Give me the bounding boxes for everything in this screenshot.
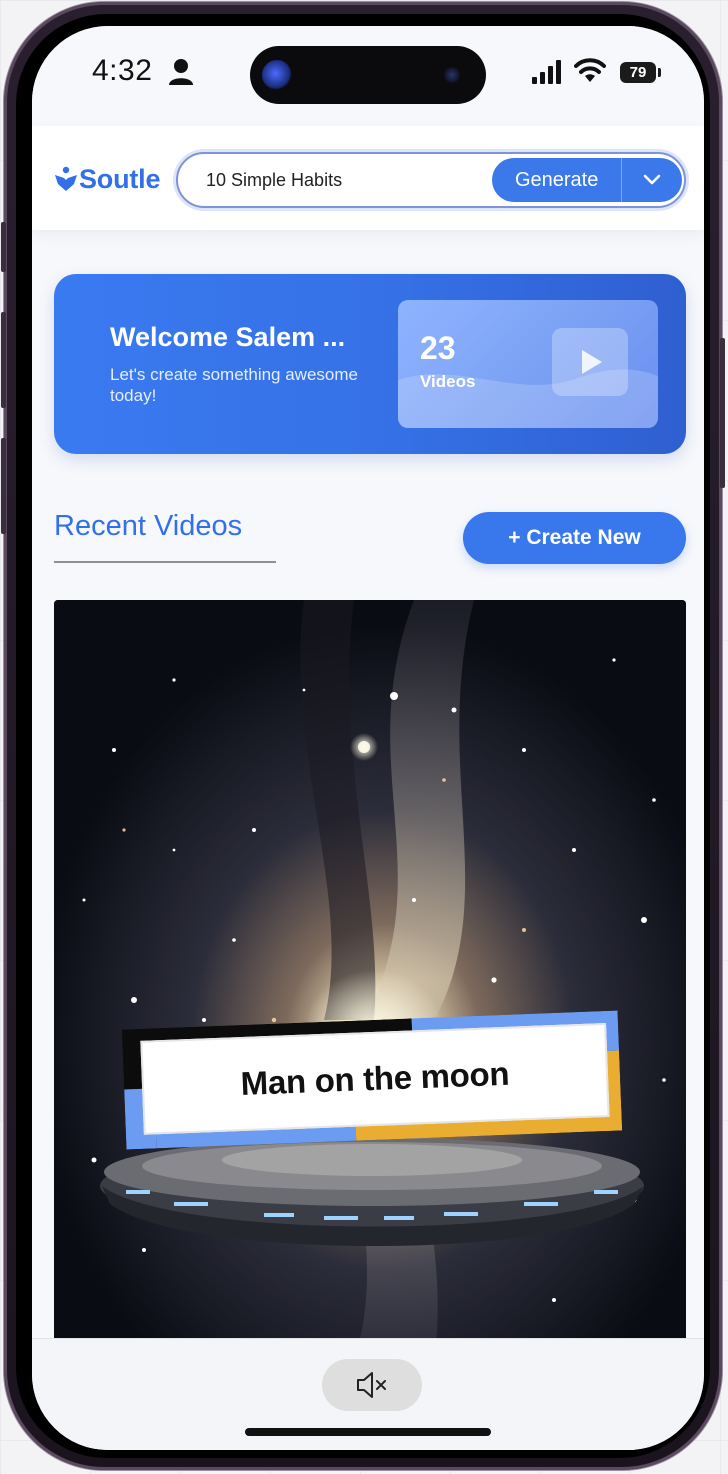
volume-up-button [1, 312, 6, 408]
battery-icon: 79 [620, 62, 656, 83]
recent-videos-title: Recent Videos [54, 510, 243, 542]
dynamic-island [250, 46, 486, 104]
mute-button[interactable] [322, 1359, 422, 1411]
generate-split-button: Generate [492, 158, 682, 202]
front-camera-icon [262, 60, 292, 90]
video-caption-banner: Man on the moon [121, 1010, 623, 1150]
bottom-bar [32, 1338, 704, 1450]
video-stats-box[interactable]: 23 Videos [398, 300, 658, 428]
topic-input[interactable] [206, 168, 486, 192]
app-header: Soutle Generate [32, 126, 704, 230]
space-scene-image [54, 600, 686, 1360]
signal-icon [532, 60, 561, 84]
home-indicator[interactable] [245, 1428, 491, 1436]
welcome-card: Welcome Salem ... Let's create something… [54, 274, 686, 454]
person-icon [169, 59, 193, 85]
video-count: 23 [420, 330, 456, 366]
video-player[interactable]: Man on the moon [54, 600, 686, 1360]
logo-text: Soutle [79, 163, 161, 194]
video-play-icon [552, 328, 628, 396]
phone-screen: 4:32 79 Soutle 10 Simple Habits Generate… [32, 26, 704, 1450]
battery-tip [658, 68, 661, 77]
wifi-icon [574, 58, 606, 82]
power-button [720, 338, 725, 488]
app-logo[interactable]: Soutle [54, 162, 161, 196]
generate-button[interactable]: Generate [492, 158, 623, 202]
volume-down-button [1, 438, 6, 534]
video-caption: Man on the moon [140, 1022, 610, 1135]
status-bar: 4:32 79 [32, 26, 704, 126]
chevron-down-icon[interactable] [622, 158, 682, 202]
action-button [1, 222, 6, 272]
create-new-button[interactable]: + Create New [463, 512, 686, 564]
soutle-logo-icon [55, 166, 77, 191]
welcome-title: Welcome Salem ... [110, 322, 346, 352]
speaker-muted-icon [357, 1372, 386, 1398]
status-time: 4:32 [92, 54, 153, 87]
topic-search-box: Generate [176, 152, 686, 208]
welcome-subtitle: Let's create something awesome today! [110, 365, 358, 405]
recent-videos-underline [54, 561, 276, 563]
phone-frame: 4:32 79 Soutle 10 Simple Habits Generate… [1, 2, 725, 1470]
video-count-label: Videos [420, 372, 476, 391]
sensor-icon [444, 67, 460, 83]
